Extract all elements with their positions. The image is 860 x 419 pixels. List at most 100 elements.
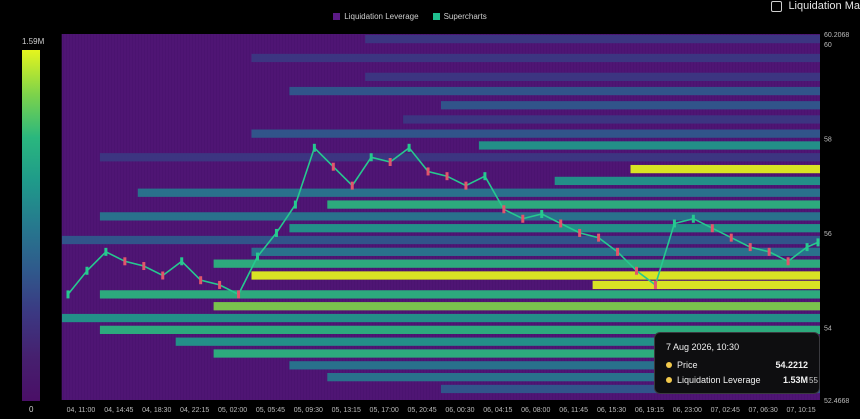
x-tick-label: 07, 10:15 <box>786 407 815 414</box>
x-tick-label: 07, 06:30 <box>749 407 778 414</box>
price-candle <box>729 233 733 242</box>
x-tick-label: 06, 11:45 <box>559 407 588 414</box>
price-candle <box>464 181 468 190</box>
heat-band <box>365 34 820 44</box>
tooltip-row-price: Price 54.2212 <box>666 360 808 370</box>
y-tick-label: 60 <box>824 42 832 49</box>
price-candle <box>710 224 714 233</box>
heat-band <box>251 129 820 138</box>
heat-band <box>478 141 820 150</box>
x-tick-label: 06, 08:00 <box>521 407 550 414</box>
tooltip: 7 Aug 2026, 10:30 Price 54.2212 Liquidat… <box>654 332 820 394</box>
y-tick-label: 58 <box>824 136 832 143</box>
x-tick-label: 06, 15:30 <box>597 407 626 414</box>
price-candle <box>786 257 790 266</box>
price-candle <box>388 157 392 166</box>
price-candle <box>123 257 127 266</box>
heat-band <box>554 176 820 186</box>
y-tick-label: 54 <box>824 325 832 332</box>
x-tick-label: 05, 13:15 <box>332 407 361 414</box>
x-tick-label: 05, 09:30 <box>294 407 323 414</box>
price-candle <box>521 214 525 223</box>
price-candle <box>805 243 809 252</box>
tooltip-liquidation-label: Liquidation Leverage <box>677 375 761 385</box>
price-candle <box>653 280 657 289</box>
price-candle <box>407 143 411 152</box>
x-tick-label: 04, 14:45 <box>104 407 133 414</box>
heat-band <box>137 188 821 197</box>
price-candle <box>142 262 146 271</box>
price-candle <box>274 228 278 237</box>
heat-band <box>99 153 820 162</box>
heat-band <box>403 115 820 124</box>
tooltip-row-liquidation: Liquidation Leverage 1.53M <box>666 375 808 385</box>
price-dot-icon <box>666 362 672 368</box>
heat-band <box>365 72 820 82</box>
y-axis-max-label: 60.2068 <box>824 32 849 39</box>
heat-band <box>62 235 820 245</box>
tooltip-liquidation-value: 1.53M <box>782 375 808 385</box>
price-candle <box>483 172 487 181</box>
price-candle <box>104 247 108 256</box>
price-candle <box>426 167 430 176</box>
price-candle <box>66 290 70 299</box>
price-candle <box>293 200 297 209</box>
heat-band <box>289 224 820 233</box>
price-candle <box>748 243 752 252</box>
price-candle <box>350 181 354 190</box>
heat-band <box>251 271 820 280</box>
heat-band <box>289 86 820 96</box>
price-candle <box>369 153 373 162</box>
tooltip-title: 7 Aug 2026, 10:30 <box>666 342 740 352</box>
x-tick-label: 06, 00:30 <box>445 407 474 414</box>
x-tick-label: 05, 05:45 <box>256 407 285 414</box>
tooltip-price-label: Price <box>677 360 698 370</box>
x-tick-label: 05, 17:00 <box>370 407 399 414</box>
heat-band <box>251 53 820 63</box>
x-tick-label: 06, 19:15 <box>635 407 664 414</box>
price-candle <box>616 247 620 256</box>
x-tick-label: 05, 20:45 <box>407 407 436 414</box>
price-candle <box>672 219 676 228</box>
price-candle <box>237 290 241 299</box>
price-candle <box>767 247 771 256</box>
x-tick-label: 05, 02:00 <box>218 407 247 414</box>
heat-band <box>630 164 820 174</box>
price-candle <box>161 271 165 280</box>
price-candle <box>445 172 449 181</box>
price-candle <box>691 214 695 223</box>
x-tick-label: 04, 18:30 <box>142 407 171 414</box>
price-candle <box>199 276 203 285</box>
tooltip-tail-label: 55 <box>809 376 818 385</box>
price-candle <box>559 219 563 228</box>
x-tick-label: 04, 11:00 <box>67 407 96 414</box>
heat-band <box>99 212 820 221</box>
heat-band <box>213 259 821 268</box>
heat-band <box>441 101 820 110</box>
price-candle <box>816 238 820 247</box>
price-candle <box>502 205 506 214</box>
x-tick-label: 06, 23:00 <box>673 407 702 414</box>
liquidation-dot-icon <box>666 377 672 383</box>
x-tick-label: 07, 02:45 <box>711 407 740 414</box>
price-candle <box>578 228 582 237</box>
x-tick-label: 04, 22:15 <box>180 407 209 414</box>
heat-band <box>213 302 821 311</box>
price-candle <box>331 162 335 171</box>
price-candle <box>312 143 316 152</box>
heat-band <box>99 290 820 299</box>
heat-band <box>62 313 820 323</box>
price-candle <box>597 233 601 242</box>
y-axis-min-label: 52.4668 <box>824 398 849 405</box>
price-candle <box>256 252 259 261</box>
x-tick-label: 06, 04:15 <box>483 407 512 414</box>
y-tick-label: 56 <box>824 231 832 238</box>
heat-band <box>251 247 820 256</box>
price-candle <box>540 210 544 219</box>
heat-band <box>327 200 820 209</box>
price-candle <box>635 266 638 275</box>
heat-band <box>592 280 820 290</box>
tooltip-price-value: 54.2212 <box>775 360 808 370</box>
price-candle <box>85 266 89 275</box>
price-candle <box>180 257 184 266</box>
